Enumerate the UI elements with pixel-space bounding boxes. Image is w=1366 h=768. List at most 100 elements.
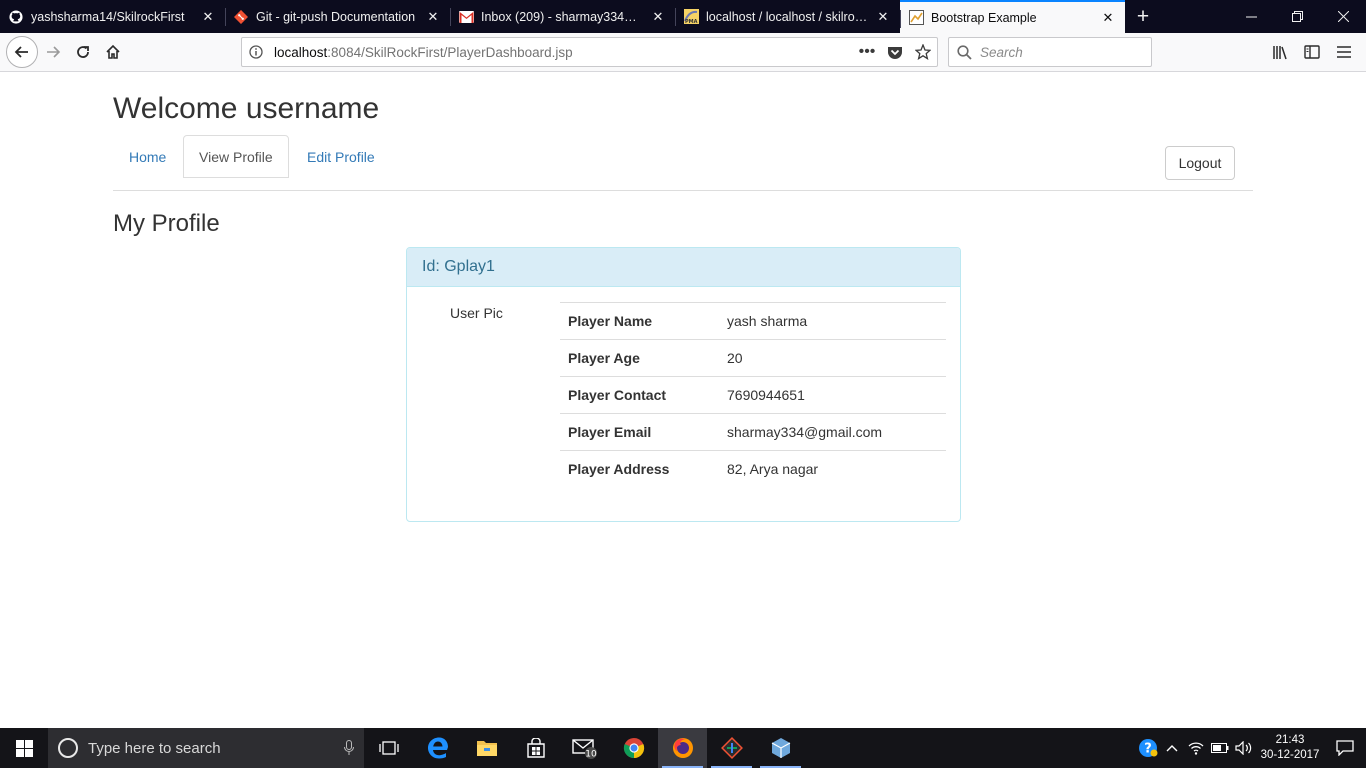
virtualbox-icon[interactable] [756,728,805,768]
back-arrow-icon [14,46,28,58]
reload-icon [77,46,89,58]
browser-tab-strip: yashsharma14/SkilrockFirst ✕ Git - git-p… [0,0,1366,33]
browser-tab-bootstrap-example[interactable]: Bootstrap Example ✕ [900,0,1125,33]
chrome-icon[interactable] [609,728,658,768]
forward-button[interactable] [38,37,68,67]
browser-tab-gmail[interactable]: Inbox (209) - sharmay334@gmail.com ✕ [450,0,675,33]
svg-text:?: ? [1144,742,1152,757]
search-input[interactable] [980,44,1140,60]
close-tab-icon[interactable]: ✕ [424,8,442,26]
volume-icon[interactable] [1232,728,1256,768]
tab-view-profile[interactable]: View Profile [183,135,289,178]
table-row: Player Age 20 [560,339,946,377]
new-tab-button[interactable]: + [1125,0,1161,33]
windows-taskbar: Type here to search 10 ? 21:43 30-12-201… [0,728,1366,768]
row-label: Player Name [560,302,719,340]
row-value: 20 [719,339,946,377]
table-row: Player Email sharmay334@gmail.com [560,413,946,451]
url-text[interactable]: localhost:8084/SkilRockFirst/PlayerDashb… [270,45,853,60]
profile-panel: Id: Gplay1 User Pic Player Name yash sha… [406,247,961,522]
tab-home[interactable]: Home [113,135,182,178]
clock-time: 21:43 [1275,734,1305,746]
welcome-heading: Welcome username [113,92,380,125]
close-window-icon[interactable] [1320,0,1366,33]
section-title: My Profile [113,210,220,237]
row-value: sharmay334@gmail.com [719,413,946,451]
mail-icon[interactable]: 10 [560,728,609,768]
bookmark-star-icon[interactable] [909,44,937,60]
tab-edit-profile[interactable]: Edit Profile [291,135,391,178]
wifi-icon[interactable] [1184,728,1208,768]
home-button[interactable] [98,37,128,67]
reload-button[interactable] [68,37,98,67]
url-host: localhost [274,44,328,60]
row-label: Player Email [560,413,719,451]
url-path: :8084/SkilRockFirst/PlayerDashboard.jsp [327,44,573,60]
windows-logo-icon [15,739,33,757]
help-icon[interactable]: ? [1136,728,1160,768]
profile-info-table: Player Name yash sharma Player Age 20 Pl… [560,302,946,488]
page-actions-icon[interactable]: ••• [853,43,881,61]
tab-title: Inbox (209) - sharmay334@gmail.com [481,9,643,24]
restore-icon[interactable] [1274,0,1320,33]
browser-tab-phpmyadmin[interactable]: PMA localhost / localhost / skilrock | p… [675,0,900,33]
home-icon [106,44,120,59]
gmail-icon [458,9,474,25]
tab-title: yashsharma14/SkilrockFirst [31,9,185,24]
profile-nav-tabs: Home View Profile Edit Profile [113,135,1253,191]
system-tray: ? 21:43 30-12-2017 [1136,728,1366,768]
row-label: Player Address [560,450,719,488]
close-tab-icon[interactable]: ✕ [874,8,892,26]
pocket-icon[interactable] [881,45,909,60]
edge-browser-icon[interactable] [413,728,462,768]
table-row: Player Name yash sharma [560,302,946,340]
search-bar[interactable] [948,37,1152,67]
store-icon[interactable] [511,728,560,768]
row-value: 7690944651 [719,376,946,414]
panel-heading: Id: Gplay1 [407,248,960,287]
row-label: Player Contact [560,376,719,414]
windows-start-button[interactable] [0,728,48,768]
site-info-icon[interactable] [242,45,270,59]
row-label: Player Age [560,339,719,377]
browser-tab-github[interactable]: yashsharma14/SkilrockFirst ✕ [0,0,225,33]
row-value: yash sharma [719,302,946,340]
file-explorer-icon[interactable] [462,728,511,768]
close-tab-icon[interactable]: ✕ [1099,9,1117,27]
close-tab-icon[interactable]: ✕ [649,8,667,26]
back-button[interactable] [6,36,38,68]
task-view-icon[interactable] [364,728,413,768]
git-icon [233,9,249,25]
window-controls [1228,0,1366,33]
cortana-icon [58,738,78,758]
browser-tab-git-docs[interactable]: Git - git-push Documentation ✕ [225,0,450,33]
clock-date: 30-12-2017 [1260,749,1320,761]
microphone-icon[interactable] [334,740,364,756]
action-center-icon[interactable] [1324,728,1366,768]
sidebar-toggle-icon[interactable] [1296,37,1328,67]
minimize-icon[interactable] [1228,0,1274,33]
page-content: Welcome username Home View Profile Edit … [0,72,1366,728]
toolbar-right-buttons [1264,37,1360,67]
taskbar-search-box[interactable]: Type here to search [48,728,364,768]
browser-toolbar: localhost:8084/SkilRockFirst/PlayerDashb… [0,33,1366,72]
phpmyadmin-icon: PMA [683,9,699,25]
git-gui-icon[interactable] [707,728,756,768]
user-pic-placeholder: User Pic [450,305,503,321]
url-bar[interactable]: localhost:8084/SkilRockFirst/PlayerDashb… [241,37,938,67]
mail-badge: 10 [585,750,597,760]
show-hidden-icons-chevron-icon[interactable] [1160,728,1184,768]
hamburger-menu-icon[interactable] [1328,37,1360,67]
firefox-icon[interactable] [658,728,707,768]
tab-title: Git - git-push Documentation [256,9,416,24]
table-row: Player Contact 7690944651 [560,376,946,414]
svg-text:PMA: PMA [685,19,698,24]
search-icon [957,44,972,60]
taskbar-clock[interactable]: 21:43 30-12-2017 [1256,733,1324,763]
forward-arrow-icon [47,46,61,58]
library-icon[interactable] [1264,37,1296,67]
row-value: 82, Arya nagar [719,450,946,488]
battery-icon[interactable] [1208,728,1232,768]
close-tab-icon[interactable]: ✕ [199,8,217,26]
logout-button[interactable]: Logout [1165,146,1235,180]
